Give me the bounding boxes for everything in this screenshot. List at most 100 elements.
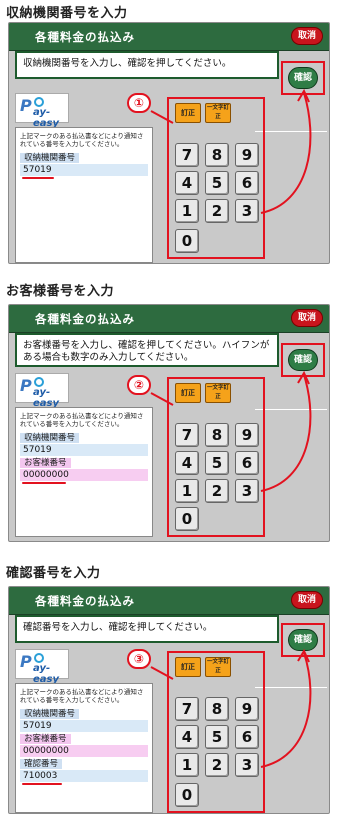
confirm-button[interactable]: 確認 [288,349,318,371]
panel-title: 各種料金の払込み [35,30,135,44]
step-badge: ③ [127,649,151,669]
keypad: 訂正 一文字訂正 7 8 9 4 5 6 1 2 3 0 [167,377,265,537]
field-value: 57019 [20,720,148,732]
key-7[interactable]: 7 [175,143,199,167]
confirm-highlight: 確認 [281,61,325,95]
instruction-box: お客様番号を入力し、確認を押してください。ハイフンがある場合も数字のみ入力してく… [15,333,279,367]
key-7[interactable]: 7 [175,697,199,721]
key-5[interactable]: 5 [205,171,229,195]
divider [255,687,327,688]
key-2[interactable]: 2 [205,753,229,777]
instruction-box: 確認番号を入力し、確認を押してください。 [15,615,279,643]
key-0[interactable]: 0 [175,229,199,253]
field-value: 57019 [20,444,148,456]
key-8[interactable]: 8 [205,143,229,167]
key-6[interactable]: 6 [235,171,259,195]
field-label: 確認番号 [20,759,63,769]
field-label: 収納機関番号 [20,709,80,719]
key-2[interactable]: 2 [205,199,229,223]
confirm-highlight: 確認 [281,623,325,657]
key-4[interactable]: 4 [175,725,199,749]
field-value-text: 710003 [23,771,58,781]
divider [255,409,327,410]
key-6[interactable]: 6 [235,725,259,749]
key-3[interactable]: 3 [235,479,259,503]
key-4[interactable]: 4 [175,171,199,195]
keypad: 訂正 一文字訂正 7 8 9 4 5 6 1 2 3 0 [167,651,265,813]
field-label: お客様番号 [20,734,71,744]
section-heading: 収納機関番号を入力 [6,6,128,21]
field-value-text: 57019 [23,165,52,175]
logo-text: ay-easy [33,387,60,409]
field-value: 00000000 [20,745,148,757]
key-8[interactable]: 8 [205,423,229,447]
fix-one-char-button[interactable]: 一文字訂正 [205,103,231,123]
key-2[interactable]: 2 [205,479,229,503]
confirm-button[interactable]: 確認 [288,67,318,89]
key-3[interactable]: 3 [235,199,259,223]
panel-header: 各種料金の払込み 取消 [9,587,329,615]
logo-mark [34,377,44,387]
confirm-button[interactable]: 確認 [288,629,318,651]
panel-title: 各種料金の払込み [35,594,135,608]
logo-mark [34,97,44,107]
key-7[interactable]: 7 [175,423,199,447]
key-8[interactable]: 8 [205,697,229,721]
info-panel: 上記マークのある払込書などにより通知されている番号を入力してください。 収納機関… [15,407,153,537]
key-6[interactable]: 6 [235,451,259,475]
underline [22,783,62,785]
field-value-text: 00000000 [23,470,69,480]
key-4[interactable]: 4 [175,451,199,475]
panel-title: 各種料金の払込み [35,312,135,326]
fix-button[interactable]: 訂正 [175,383,201,403]
atm-screen: 各種料金の払込み 取消 お客様番号を入力し、確認を押してください。ハイフンがある… [8,304,330,542]
field-label: 収納機関番号 [20,433,80,443]
logo-mark [34,653,44,663]
field-value: 710003 [20,770,148,785]
field-value: 00000000 [20,469,148,484]
field-label: お客様番号 [20,458,71,468]
key-0[interactable]: 0 [175,507,199,531]
cancel-button[interactable]: 取消 [291,591,323,609]
panel-header: 各種料金の払込み 取消 [9,23,329,51]
atm-screen: 各種料金の払込み 取消 収納機関番号を入力し、確認を押してください。 確認 P … [8,22,330,264]
payeasy-logo: P ay-easy [15,93,69,129]
step-badge: ② [127,375,151,395]
info-panel: 上記マークのある払込書などにより通知されている番号を入力してください。 収納機関… [15,127,153,263]
cancel-button[interactable]: 取消 [291,27,323,45]
key-5[interactable]: 5 [205,725,229,749]
key-9[interactable]: 9 [235,697,259,721]
key-1[interactable]: 1 [175,479,199,503]
cancel-button[interactable]: 取消 [291,309,323,327]
key-1[interactable]: 1 [175,753,199,777]
divider [255,131,327,132]
key-9[interactable]: 9 [235,423,259,447]
fix-button[interactable]: 訂正 [175,657,201,677]
step-badge: ① [127,93,151,113]
instruction-box: 収納機関番号を入力し、確認を押してください。 [15,51,279,79]
logo-text: ay-easy [33,107,60,129]
section-heading: お客様番号を入力 [6,284,115,299]
panel-header: 各種料金の払込み 取消 [9,305,329,333]
fix-button[interactable]: 訂正 [175,103,201,123]
section-1: 収納機関番号を入力 各種料金の払込み 取消 収納機関番号を入力し、確認を押してく… [0,0,338,270]
field-label: 収納機関番号 [20,153,80,163]
logo-p: P [20,96,32,115]
info-note: 上記マークのある払込書などにより通知されている番号を入力してください。 [20,412,144,428]
payeasy-logo: P ay-easy [15,373,69,409]
keypad: 訂正 一文字訂正 7 8 9 4 5 6 1 2 3 0 [167,97,265,259]
key-1[interactable]: 1 [175,199,199,223]
logo-p: P [20,652,32,671]
key-3[interactable]: 3 [235,753,259,777]
fix-one-char-button[interactable]: 一文字訂正 [205,383,231,403]
underline [22,482,66,484]
underline [22,177,54,179]
fix-one-char-button[interactable]: 一文字訂正 [205,657,231,677]
logo-text: ay-easy [33,663,60,685]
section-2: お客様番号を入力 各種料金の払込み 取消 お客様番号を入力し、確認を押してくださ… [0,278,338,548]
key-9[interactable]: 9 [235,143,259,167]
field-value: 57019 [20,164,148,179]
key-5[interactable]: 5 [205,451,229,475]
info-note: 上記マークのある払込書などにより通知されている番号を入力してください。 [20,132,144,148]
key-0[interactable]: 0 [175,783,199,807]
